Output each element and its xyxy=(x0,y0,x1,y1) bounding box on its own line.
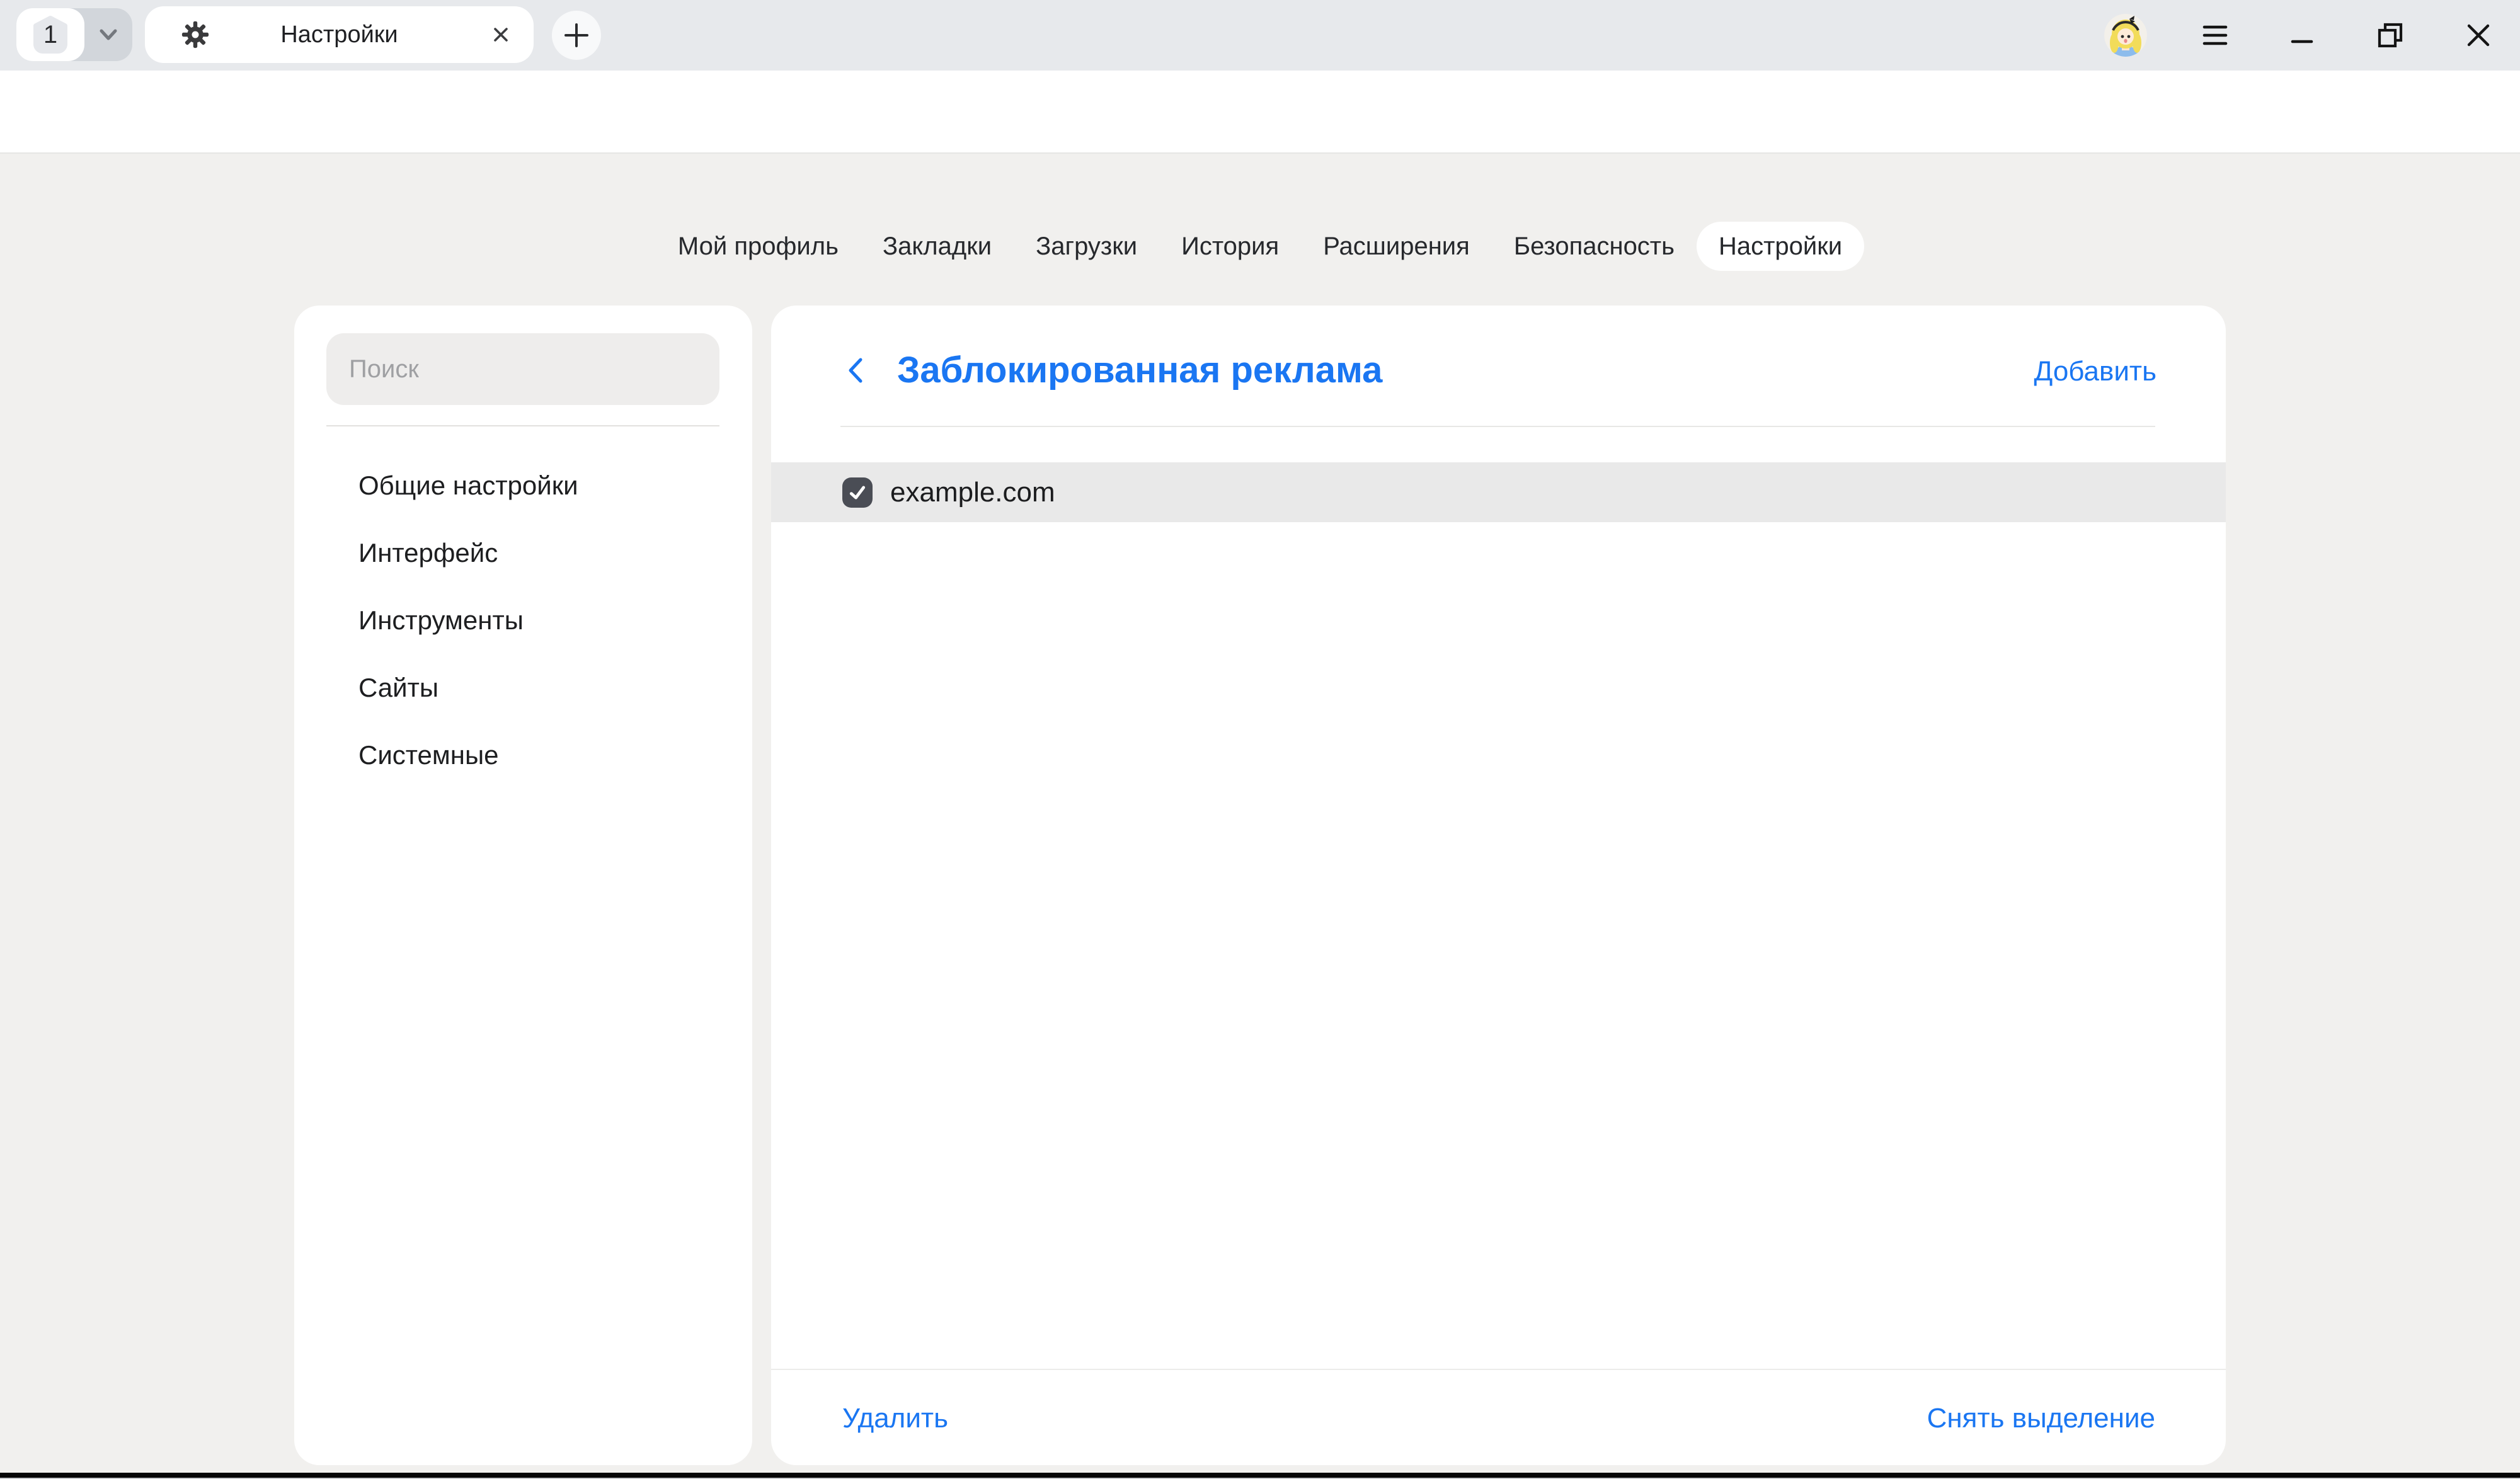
minimize-icon xyxy=(2288,21,2317,50)
avatar-image xyxy=(2104,14,2147,57)
plus-icon xyxy=(563,21,590,49)
tab-settings[interactable]: Настройки xyxy=(1697,222,1864,271)
search-input[interactable] xyxy=(326,333,719,405)
sidebar-item-sites[interactable]: Сайты xyxy=(294,654,752,721)
header-divider xyxy=(840,426,2155,427)
tab-security[interactable]: Безопасность xyxy=(1492,222,1697,271)
tab-close-icon[interactable] xyxy=(491,25,511,45)
tab-history[interactable]: История xyxy=(1159,222,1301,271)
settings-sidebar: Общие настройки Интерфейс Инструменты Са… xyxy=(294,306,752,1465)
delete-button[interactable]: Удалить xyxy=(842,1403,948,1434)
tab-counter[interactable]: 1 xyxy=(16,8,132,61)
panel-title: Заблокированная реклама xyxy=(897,350,1382,391)
add-button[interactable]: Добавить xyxy=(2034,356,2156,387)
list-item[interactable]: example.com xyxy=(771,462,2226,522)
tab-shield-icon: 1 xyxy=(32,15,69,54)
tab-my-profile[interactable]: Мой профиль xyxy=(656,222,861,271)
new-tab-button[interactable] xyxy=(552,11,601,60)
window-close-button[interactable] xyxy=(2460,16,2497,54)
sidebar-item-general[interactable]: Общие настройки xyxy=(294,452,752,519)
blocked-ads-panel: Заблокированная реклама Добавить example… xyxy=(771,306,2226,1465)
clear-selection-button[interactable]: Снять выделение xyxy=(1927,1403,2155,1434)
tab-counter-badge: 1 xyxy=(16,8,84,61)
tab-title: Настройки xyxy=(280,21,398,49)
tab-count: 1 xyxy=(43,21,57,49)
panel-header: Заблокированная реклама Добавить xyxy=(771,306,2226,427)
blocked-domain: example.com xyxy=(890,477,1055,508)
hamburger-icon xyxy=(2201,21,2230,50)
sidebar-item-system[interactable]: Системные xyxy=(294,721,752,789)
panel-footer: Удалить Снять выделение xyxy=(771,1369,2226,1465)
chevron-down-icon xyxy=(94,21,122,49)
browser-menu-button[interactable] xyxy=(2196,16,2234,54)
tab-list-dropdown[interactable] xyxy=(84,8,132,61)
tab-downloads[interactable]: Загрузки xyxy=(1014,222,1159,271)
restore-icon xyxy=(2375,20,2405,50)
settings-page: Мой профиль Закладки Загрузки История Ра… xyxy=(0,154,2520,1473)
sidebar-item-interface[interactable]: Интерфейс xyxy=(294,519,752,586)
gear-icon xyxy=(181,21,209,49)
window-minimize-button[interactable] xyxy=(2283,16,2321,54)
window-maximize-button[interactable] xyxy=(2371,16,2409,54)
close-icon xyxy=(2464,21,2493,50)
profile-avatar[interactable] xyxy=(2104,14,2147,57)
settings-nav-tabs: Мой профиль Закладки Загрузки История Ра… xyxy=(0,222,2520,271)
address-bar: Я Y settings Настройки xyxy=(0,71,2520,154)
panel-empty-space xyxy=(771,522,2226,1369)
tab-extensions[interactable]: Расширения xyxy=(1301,222,1492,271)
back-chevron-icon[interactable] xyxy=(845,356,864,385)
browser-tab-bar: 1 xyxy=(0,0,2520,71)
sidebar-item-tools[interactable]: Инструменты xyxy=(294,586,752,654)
browser-tab-settings[interactable]: Настройки xyxy=(145,6,534,63)
tab-bookmarks[interactable]: Закладки xyxy=(861,222,1014,271)
window-bottom-border xyxy=(0,1473,2520,1478)
sidebar-divider xyxy=(326,425,719,426)
check-icon xyxy=(847,482,868,503)
sidebar-menu: Общие настройки Интерфейс Инструменты Са… xyxy=(294,452,752,789)
blocked-ads-list: example.com xyxy=(771,462,2226,522)
row-checkbox[interactable] xyxy=(842,477,873,508)
